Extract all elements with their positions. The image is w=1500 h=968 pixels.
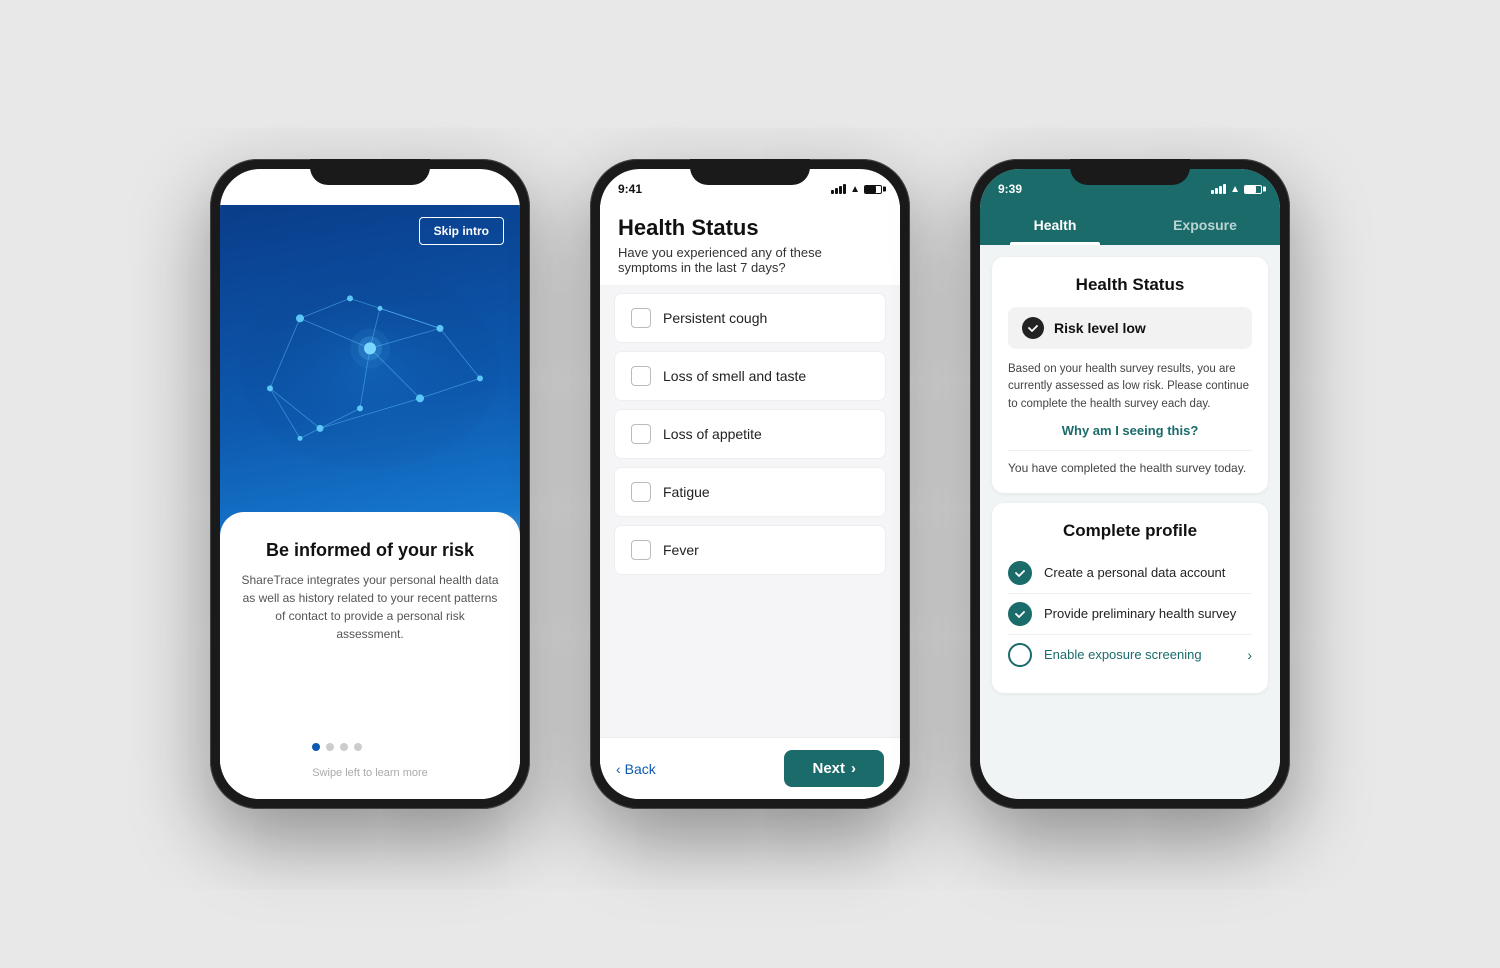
profile-label-account: Create a personal data account (1044, 565, 1252, 580)
phone-3: 9:39 ▲ Health (970, 159, 1290, 809)
symptom-item-fatigue[interactable]: Fatigue (614, 467, 886, 517)
symptom-item-appetite[interactable]: Loss of appetite (614, 409, 886, 459)
back-button[interactable]: ‹ Back (616, 761, 656, 777)
risk-level-label: Risk level low (1054, 320, 1146, 336)
profile-item-account: Create a personal data account (1008, 553, 1252, 594)
profile-label-exposure[interactable]: Enable exposure screening (1044, 647, 1235, 662)
profile-check-survey (1008, 602, 1032, 626)
time-3: 9:39 (998, 182, 1022, 196)
risk-badge: Risk level low (1008, 307, 1252, 349)
wifi-icon-1: ▲ (470, 184, 480, 195)
phone1-description: ShareTrace integrates your personal heal… (240, 571, 500, 643)
dot-2 (326, 743, 334, 751)
status-icons-1: ▲ (451, 184, 502, 195)
phone1-title: Be informed of your risk (240, 540, 500, 561)
symptom-label-fatigue: Fatigue (663, 484, 710, 500)
symptoms-list: Persistent cough Loss of smell and taste… (600, 285, 900, 737)
pagination-dots (312, 743, 428, 751)
wifi-icon-2: ▲ (850, 184, 860, 195)
health-question: Have you experienced any of these sympto… (618, 245, 882, 275)
profile-item-survey: Provide preliminary health survey (1008, 594, 1252, 635)
phone2-screen: Health Status Have you experienced any o… (600, 205, 900, 799)
checkbox-cough[interactable] (631, 308, 651, 328)
profile-item-exposure[interactable]: Enable exposure screening › (1008, 635, 1252, 675)
time-1: 11:10 (238, 182, 268, 196)
phone2-header: Health Status Have you experienced any o… (600, 205, 900, 285)
tab-health-label: Health (1034, 217, 1077, 233)
notch-3 (1070, 159, 1190, 185)
globe-visual (220, 205, 520, 532)
signal-icon-2 (831, 184, 846, 194)
checkbox-smell[interactable] (631, 366, 651, 386)
next-chevron-icon: › (851, 760, 856, 777)
wifi-icon-3: ▲ (1230, 184, 1240, 195)
profile-label-survey: Provide preliminary health survey (1044, 606, 1252, 621)
battery-icon-3 (1244, 185, 1262, 194)
status-icons-3: ▲ (1211, 184, 1262, 195)
status-icons-2: ▲ (831, 184, 882, 195)
profile-check-account (1008, 561, 1032, 585)
battery-icon-1 (484, 185, 502, 194)
profile-check-exposure (1008, 643, 1032, 667)
signal-icon-1 (451, 184, 466, 194)
survey-complete-text: You have completed the health survey tod… (1008, 450, 1252, 475)
globe-svg (220, 205, 520, 532)
phone1-screen: Skip intro (220, 205, 520, 799)
health-status-title: Health Status (618, 215, 882, 241)
risk-description: Based on your health survey results, you… (1008, 361, 1252, 413)
checkbox-fever[interactable] (631, 540, 651, 560)
next-label: Next (812, 760, 845, 777)
notch-1 (310, 159, 430, 185)
tab-bar: Health Exposure (980, 205, 1280, 245)
battery-icon-2 (864, 185, 882, 194)
health-card-title: Health Status (1008, 275, 1252, 295)
symptom-item-smell[interactable]: Loss of smell and taste (614, 351, 886, 401)
profile-card-title: Complete profile (1008, 521, 1252, 541)
risk-check-icon (1022, 317, 1044, 339)
phone1-content: Be informed of your risk ShareTrace inte… (220, 512, 520, 799)
dot-3 (340, 743, 348, 751)
why-link[interactable]: Why am I seeing this? (1008, 423, 1252, 438)
phone-1: 11:10 ▲ Skip intro (210, 159, 530, 809)
phone3-screen: Health Exposure Health Status (980, 205, 1280, 799)
scene: 11:10 ▲ Skip intro (170, 119, 1330, 849)
symptom-label-fever: Fever (663, 542, 699, 558)
back-chevron-icon: ‹ (616, 761, 621, 777)
tab-health[interactable]: Health (980, 205, 1130, 245)
signal-icon-3 (1211, 184, 1226, 194)
tab-exposure[interactable]: Exposure (1130, 205, 1280, 245)
next-button[interactable]: Next › (784, 750, 884, 787)
swipe-hint: Swipe left to learn more (312, 767, 428, 779)
dot-1 (312, 743, 320, 751)
checkbox-fatigue[interactable] (631, 482, 651, 502)
symptom-label-smell: Loss of smell and taste (663, 368, 806, 384)
time-2: 9:41 (618, 182, 642, 196)
checkbox-appetite[interactable] (631, 424, 651, 444)
phone2-footer: ‹ Back Next › (600, 737, 900, 799)
phone-2: 9:41 ▲ Health Status (590, 159, 910, 809)
back-label: Back (625, 761, 656, 777)
symptom-item-fever[interactable]: Fever (614, 525, 886, 575)
skip-intro-button[interactable]: Skip intro (419, 217, 504, 245)
phone3-content: Health Status Risk level low Based on yo… (980, 245, 1280, 799)
symptom-label-appetite: Loss of appetite (663, 426, 762, 442)
symptom-label-cough: Persistent cough (663, 310, 767, 326)
dot-4 (354, 743, 362, 751)
complete-profile-card: Complete profile Create a personal data … (992, 503, 1268, 693)
tab-exposure-label: Exposure (1173, 217, 1237, 233)
notch-2 (690, 159, 810, 185)
chevron-right-icon: › (1247, 647, 1252, 663)
symptom-item-cough[interactable]: Persistent cough (614, 293, 886, 343)
health-status-card: Health Status Risk level low Based on yo… (992, 257, 1268, 493)
